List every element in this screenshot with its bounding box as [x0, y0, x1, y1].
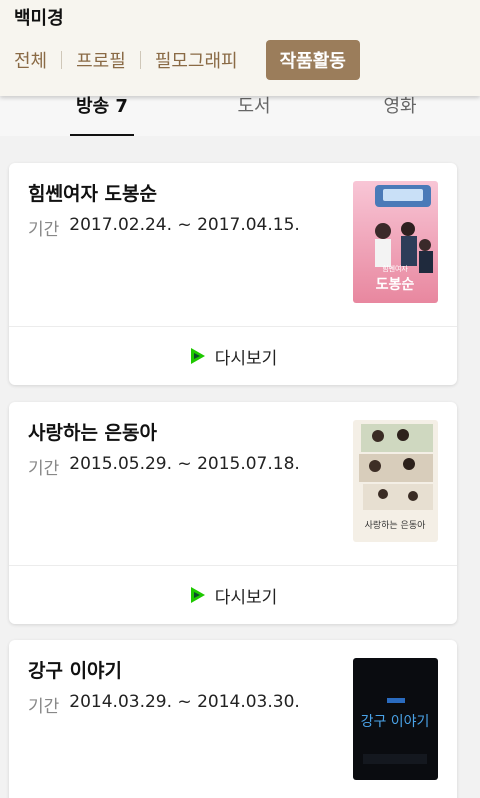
play-logo-icon [189, 347, 207, 365]
tab-all[interactable]: 전체 [0, 40, 61, 80]
poster-caption: 사랑하는 은동아 [365, 519, 427, 531]
replay-button[interactable]: 다시보기 [9, 566, 457, 624]
period-label: 기간 [28, 220, 60, 240]
tab-works[interactable]: 작품활동 [265, 40, 360, 80]
period-label: 기간 [28, 697, 60, 717]
work-title[interactable]: 사랑하는 은동아 [28, 418, 157, 445]
replay-label: 다시보기 [214, 348, 278, 369]
play-logo-icon [189, 586, 207, 604]
tab-profile[interactable]: 프로필 [62, 40, 140, 80]
period-value: 2017.02.24. ~ 2017.04.15. [69, 215, 300, 235]
poster-image: 힘쎈여자 도봉순 [353, 181, 438, 303]
period-label: 기간 [28, 459, 60, 479]
tab-filmography[interactable]: 필모그래피 [141, 40, 252, 80]
top-header: 백미경 전체 프로필 필모그래피 작품활동 [0, 0, 480, 96]
work-title[interactable]: 힘쎈여자 도봉순 [28, 179, 157, 206]
poster-caption: 도봉순 [376, 277, 415, 293]
work-title[interactable]: 강구 이야기 [28, 656, 122, 683]
replay-button[interactable]: 다시보기 [9, 327, 457, 385]
poster-caption: 강구 이야기 [361, 714, 430, 730]
replay-label: 다시보기 [214, 587, 278, 608]
work-card[interactable]: 강구 이야기 기간 2014.03.29. ~ 2014.03.30. 강구 이… [9, 640, 457, 798]
work-card[interactable]: 힘쎈여자 도봉순 기간 2017.02.24. ~ 2017.04.15. 힘쎈… [9, 163, 457, 385]
period-value: 2014.03.29. ~ 2014.03.30. [69, 692, 300, 712]
work-poster[interactable]: 강구 이야기 [353, 658, 438, 780]
poster-image: 사랑하는 은동아 [353, 420, 438, 542]
poster-image: 강구 이야기 [353, 658, 438, 780]
person-name: 백미경 [14, 8, 64, 29]
period-value: 2015.05.29. ~ 2015.07.18. [69, 454, 300, 474]
work-poster[interactable]: 힘쎈여자 도봉순 [353, 181, 438, 303]
poster-caption: 힘쎈여자 [382, 264, 408, 273]
nav-tabs: 전체 프로필 필모그래피 작품활동 [0, 40, 480, 80]
work-period: 기간 2015.05.29. ~ 2015.07.18. [28, 454, 300, 479]
work-card[interactable]: 사랑하는 은동아 기간 2015.05.29. ~ 2015.07.18. 사랑… [9, 402, 457, 624]
work-period: 기간 2014.03.29. ~ 2014.03.30. [28, 692, 300, 717]
work-poster[interactable]: 사랑하는 은동아 [353, 420, 438, 542]
active-subtab-indicator [70, 134, 134, 136]
work-period: 기간 2017.02.24. ~ 2017.04.15. [28, 215, 300, 240]
